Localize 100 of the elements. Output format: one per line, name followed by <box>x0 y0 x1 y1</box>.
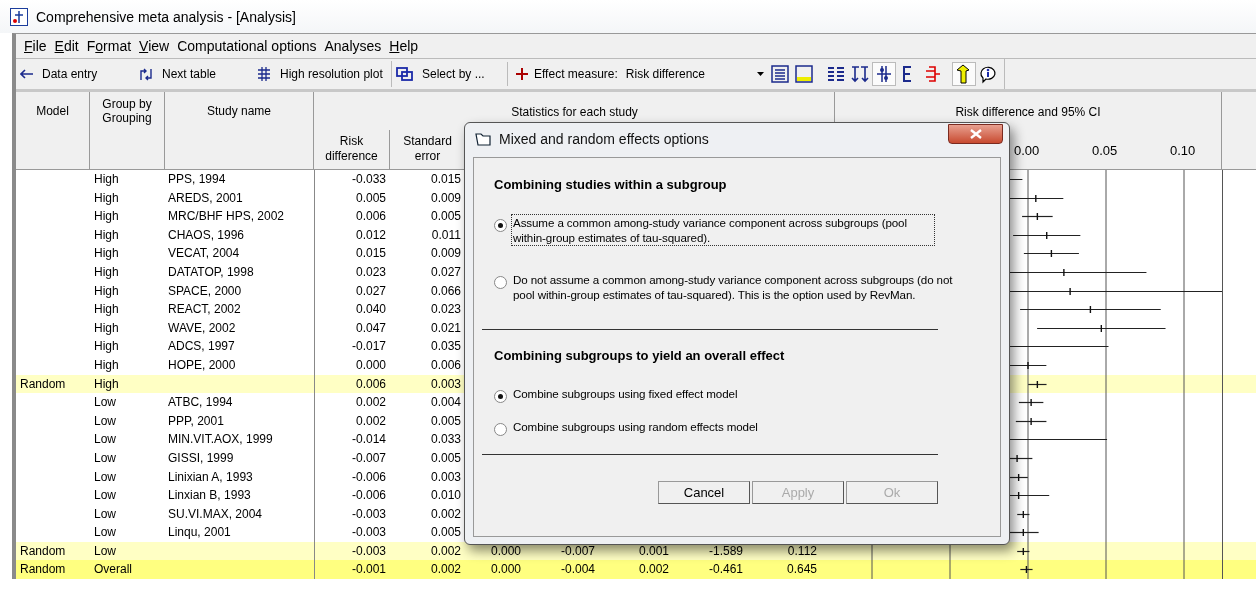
table-cell: 0.009 <box>430 190 461 205</box>
table-cell: 0.006 <box>430 357 461 372</box>
confidence-interval-mark <box>1015 417 1047 426</box>
effect-measure-dropdown[interactable]: Risk difference <box>625 64 764 84</box>
table-cell: High <box>94 246 119 261</box>
menu-item[interactable]: Analyses <box>320 38 386 54</box>
menu-item[interactable]: Format <box>82 38 136 54</box>
table-cell: ATBC, 1994 <box>168 395 233 410</box>
table-cell: 0.112 <box>787 543 817 558</box>
confidence-interval-mark <box>1018 398 1044 407</box>
toolbar-button[interactable]: Next table <box>134 61 252 87</box>
toolbar-button[interactable]: Data entry <box>16 61 134 87</box>
left-arrow-icon <box>20 69 34 79</box>
table-cell: -0.003 <box>351 543 386 558</box>
column-header: Group by Grouping <box>90 92 165 169</box>
section-heading: Combining subgroups to yield an overall effect <box>494 348 786 363</box>
table-cell: -0.017 <box>351 339 386 354</box>
table-cell: Low <box>94 525 116 540</box>
menu-item[interactable]: Help <box>385 38 423 54</box>
confidence-interval-mark <box>1016 510 1031 519</box>
app-icon <box>10 7 28 26</box>
table-cell: 0.002 <box>638 562 669 577</box>
column-header: Study name <box>165 92 314 169</box>
table-cell: -0.003 <box>351 506 386 521</box>
radio-button[interactable] <box>494 390 507 403</box>
table-cell: ADCS, 1997 <box>168 339 235 354</box>
table-cell: 0.002 <box>430 543 461 558</box>
table-cell: 0.000 <box>490 543 521 558</box>
table-cell: 0.035 <box>430 339 461 354</box>
menu-item[interactable]: View <box>135 38 174 54</box>
table-cell: Low <box>94 432 116 447</box>
table-cell: 0.005 <box>355 190 386 205</box>
table-cell: VECAT, 2004 <box>168 246 240 261</box>
table-cell: -0.007 <box>351 450 386 465</box>
table-cell: MIN.VIT.AOX, 1999 <box>168 432 273 447</box>
table-cell: High <box>94 339 119 354</box>
toolbar-button[interactable]: High resolution plot <box>252 61 392 87</box>
table-cell: 0.040 <box>355 302 386 317</box>
axis-tick-label: 0.10 <box>1170 143 1196 158</box>
table-cell: Random <box>20 562 66 577</box>
plot-icon <box>256 66 272 82</box>
dialog-title: Mixed and random effects options <box>499 130 709 147</box>
table-cell: Low <box>94 395 116 410</box>
table-cell: Random <box>20 376 66 391</box>
confidence-interval-mark <box>1023 249 1080 259</box>
table-cell: High <box>94 227 119 242</box>
toolbar-button[interactable]: Select by ... <box>392 61 507 87</box>
radio-button[interactable] <box>494 276 507 289</box>
radio-button[interactable] <box>494 219 507 232</box>
table-cell: -0.006 <box>351 469 386 484</box>
confidence-interval-mark <box>1012 231 1081 240</box>
column-group-header: Statistics for each study <box>510 105 639 119</box>
close-button[interactable] <box>948 124 1003 144</box>
table-cell: High <box>94 357 119 372</box>
plus-icon <box>516 68 528 80</box>
option-label[interactable]: Do not assume a common among-study variance component across subgroups (do not pool within-group estimates of tau-squared). This is the option used by RevMan. <box>511 271 977 303</box>
table-cell: High <box>94 302 119 317</box>
table-cell: SU.VI.MAX, 2004 <box>168 506 263 521</box>
table-cell: PPP, 2001 <box>168 413 224 428</box>
table-cell: Low <box>94 413 116 428</box>
column-header: Model <box>16 92 90 169</box>
axis-tick-label: 0.05 <box>1092 143 1118 158</box>
table-cell: Overall <box>94 562 132 577</box>
table-cell: Low <box>94 506 116 521</box>
radio-button[interactable] <box>494 423 507 436</box>
table-cell: 0.005 <box>430 413 461 428</box>
menu-item[interactable]: Computational options <box>173 38 321 54</box>
effect-measure-label: Effect measure: <box>534 67 618 81</box>
table-cell: High <box>94 264 119 279</box>
swap-arrows-icon <box>138 67 154 81</box>
confidence-interval-mark <box>1007 528 1040 537</box>
window-title: Comprehensive meta analysis - [Analysis] <box>36 8 296 25</box>
table-cell: High <box>94 172 119 186</box>
table-cell: 0.033 <box>430 432 461 447</box>
table-cell: High <box>94 190 119 205</box>
toolbar-icon-button[interactable] <box>952 62 976 86</box>
table-cell: -0.003 <box>351 525 386 540</box>
table-cell: 0.023 <box>430 302 461 317</box>
option-label[interactable]: Combine subgroups using fixed effect model <box>511 385 740 402</box>
table-cell: 0.009 <box>430 246 461 261</box>
table-cell: 0.023 <box>355 264 386 279</box>
menu-item[interactable]: Edit <box>50 38 83 54</box>
down-arrows-icon <box>850 64 870 84</box>
table-cell: 0.027 <box>430 264 461 279</box>
table-cell: 0.002 <box>355 395 386 410</box>
table-cell: 0.066 <box>430 283 461 298</box>
list-lines-icon <box>770 64 790 84</box>
table-cell: 0.000 <box>355 357 386 372</box>
table-cell: 0.003 <box>430 376 461 391</box>
dialog-button[interactable]: Cancel <box>658 481 750 504</box>
toolbar-icon-button[interactable] <box>872 62 896 86</box>
table-cell: -0.006 <box>351 488 386 503</box>
option-label[interactable]: Combine subgroups using random effects model <box>511 418 760 435</box>
filled-panel-icon <box>794 64 814 84</box>
plot-marker-icon <box>874 64 894 84</box>
table-cell: CHAOS, 1996 <box>168 227 245 242</box>
option-label[interactable]: Assume a common among-study variance component across subgroups (pool within-group estimates of tau-squared). <box>511 214 935 246</box>
table-cell: 0.005 <box>430 209 461 224</box>
menu-item[interactable]: File <box>20 38 51 54</box>
table-cell: -0.014 <box>351 432 386 447</box>
